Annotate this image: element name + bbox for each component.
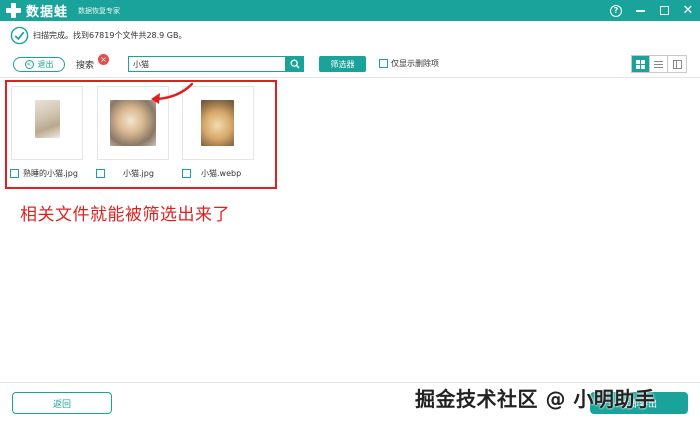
grid-view-button[interactable] bbox=[632, 56, 650, 72]
deleted-only-checkbox[interactable]: 仅显示删除项 bbox=[379, 58, 439, 69]
app-logo: 数据蛙 数据恢复专家 bbox=[5, 2, 121, 20]
search-button[interactable] bbox=[286, 56, 304, 72]
file-checkbox[interactable] bbox=[10, 169, 19, 178]
clear-search-icon[interactable]: × bbox=[98, 54, 109, 65]
exit-button-label: 退出 bbox=[37, 60, 54, 69]
close-icon[interactable]: ✕ bbox=[682, 3, 694, 18]
detail-view-button[interactable] bbox=[668, 56, 686, 72]
detail-view-icon bbox=[672, 59, 682, 69]
list-view-button[interactable] bbox=[650, 56, 668, 72]
check-circle-icon bbox=[10, 26, 29, 44]
search-icon bbox=[290, 59, 300, 69]
annotation-text: 相关文件就能被筛选出来了 bbox=[20, 205, 230, 225]
scan-status: 扫描完成。找到67819个文件共28.9 GB。 bbox=[10, 25, 187, 45]
toolbar: < 退出 搜索 × 筛选器 仅显示删除项 bbox=[0, 52, 700, 76]
title-bar: 数据蛙 数据恢复专家 ? ✕ bbox=[0, 0, 700, 21]
logo-cross-icon bbox=[5, 2, 22, 19]
app-name: 数据蛙 bbox=[26, 5, 69, 20]
minimize-button[interactable] bbox=[634, 5, 646, 17]
file-name: 熟睡的小猫.jpg bbox=[23, 169, 78, 178]
file-checkbox[interactable] bbox=[182, 169, 191, 178]
annotation-arrow-icon bbox=[151, 82, 194, 104]
file-thumbnail bbox=[110, 100, 156, 146]
watermark-text: 掘金技术社区 @ 小明助手 bbox=[415, 387, 656, 411]
grid-view-icon bbox=[636, 59, 645, 69]
deleted-only-label: 仅显示删除项 bbox=[391, 59, 439, 68]
minimize-icon bbox=[635, 9, 645, 12]
app-subtitle: 数据恢复专家 bbox=[78, 6, 121, 15]
file-thumbnail bbox=[35, 100, 60, 138]
file-grid: 熟睡的小猫.jpg 小猫.jpg 小猫.webp bbox=[5, 80, 277, 189]
view-switcher bbox=[631, 55, 687, 73]
scan-status-text: 扫描完成。找到67819个文件共28.9 GB。 bbox=[33, 30, 187, 40]
file-card[interactable] bbox=[11, 86, 83, 160]
list-view-icon bbox=[654, 60, 663, 68]
exit-button[interactable]: < 退出 bbox=[13, 57, 65, 72]
filter-button[interactable]: 筛选器 bbox=[319, 56, 366, 72]
search-label: 搜索 bbox=[76, 61, 95, 71]
window-controls: ? ✕ bbox=[610, 0, 694, 21]
search-input[interactable] bbox=[128, 56, 286, 72]
file-name-row: 小猫.jpg bbox=[96, 168, 154, 179]
file-name: 小猫.jpg bbox=[123, 169, 154, 178]
file-thumbnail bbox=[201, 100, 234, 146]
file-name-row: 小猫.webp bbox=[182, 168, 241, 179]
checkbox-icon bbox=[379, 59, 388, 68]
maximize-icon bbox=[659, 6, 669, 15]
file-checkbox[interactable] bbox=[96, 169, 105, 178]
maximize-button[interactable] bbox=[658, 5, 670, 17]
return-button[interactable]: 返回 bbox=[12, 392, 112, 414]
toolbar-divider bbox=[0, 77, 700, 78]
file-name: 小猫.webp bbox=[201, 169, 242, 178]
file-name-row: 熟睡的小猫.jpg bbox=[10, 168, 78, 179]
help-icon[interactable]: ? bbox=[610, 4, 622, 17]
back-arrow-icon: < bbox=[24, 60, 34, 69]
